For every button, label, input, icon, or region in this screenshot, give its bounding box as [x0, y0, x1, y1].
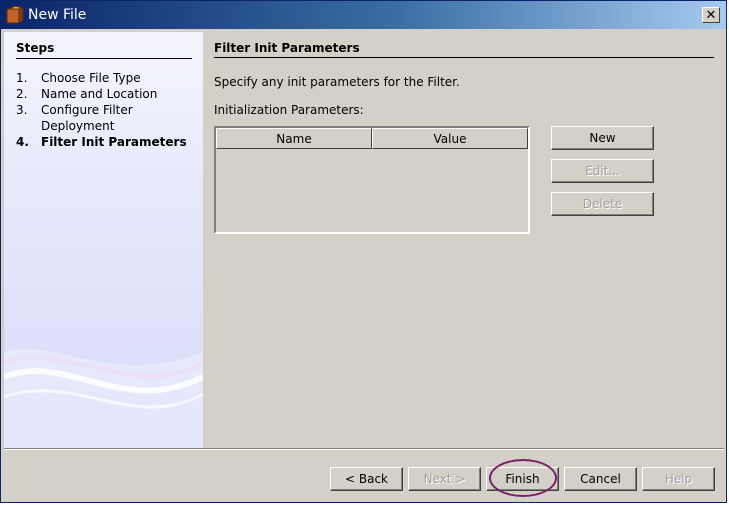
panel-description: Specify any init parameters for the Filt… — [214, 75, 460, 89]
app-icon — [6, 6, 24, 24]
footer-divider — [4, 448, 724, 450]
step-label: Configure Filter Deployment — [41, 103, 133, 133]
init-parameters-label: Initialization Parameters: — [214, 103, 364, 117]
step-number: 3. — [16, 103, 28, 117]
edit-button[interactable]: Edit... — [551, 159, 654, 183]
panel-divider — [214, 57, 714, 58]
step-number: 1. — [16, 71, 28, 85]
steps-list: 1. Choose File Type 2. Name and Location 3. C… — [16, 70, 196, 150]
step-item: 4. Filter Init Parameters — [16, 134, 196, 150]
step-label: Filter Init Parameters — [41, 135, 187, 149]
steps-divider — [16, 58, 192, 59]
next-button[interactable]: Next > — [408, 467, 481, 491]
steps-panel: Steps 1. Choose File Type 2. Name and Locat… — [4, 32, 203, 448]
step-number: 2. — [16, 87, 28, 101]
delete-button[interactable]: Delete — [551, 192, 654, 216]
steps-heading: Steps — [16, 41, 55, 55]
close-button[interactable]: ✕ — [702, 7, 720, 23]
finish-button[interactable]: Finish — [486, 467, 559, 491]
column-header-name[interactable]: Name — [216, 128, 372, 149]
column-header-value[interactable]: Value — [372, 128, 528, 149]
title-bar[interactable]: New File ✕ — [1, 1, 726, 29]
step-number: 4. — [16, 135, 29, 149]
step-item: 1. Choose File Type — [16, 70, 196, 86]
window-title: New File — [28, 7, 87, 23]
close-icon: ✕ — [705, 7, 717, 23]
help-button[interactable]: Help — [642, 467, 715, 491]
cancel-button[interactable]: Cancel — [564, 467, 637, 491]
new-file-dialog: New File ✕ Steps 1. Choose File Type 2. Nam… — [0, 0, 727, 503]
step-item: 2. Name and Location — [16, 86, 196, 102]
decorative-wave-graphic — [4, 349, 203, 448]
init-parameters-table[interactable]: Name Value — [214, 126, 530, 234]
new-button[interactable]: New — [551, 126, 654, 150]
panel-title: Filter Init Parameters — [214, 41, 360, 55]
content-panel: Filter Init Parameters Specify any init … — [203, 32, 725, 448]
table-header: Name Value — [216, 128, 528, 149]
step-label: Name and Location — [41, 87, 158, 101]
back-button[interactable]: < Back — [330, 467, 403, 491]
step-label: Choose File Type — [41, 71, 141, 85]
step-item: 3. Configure Filter Deployment — [16, 102, 196, 134]
